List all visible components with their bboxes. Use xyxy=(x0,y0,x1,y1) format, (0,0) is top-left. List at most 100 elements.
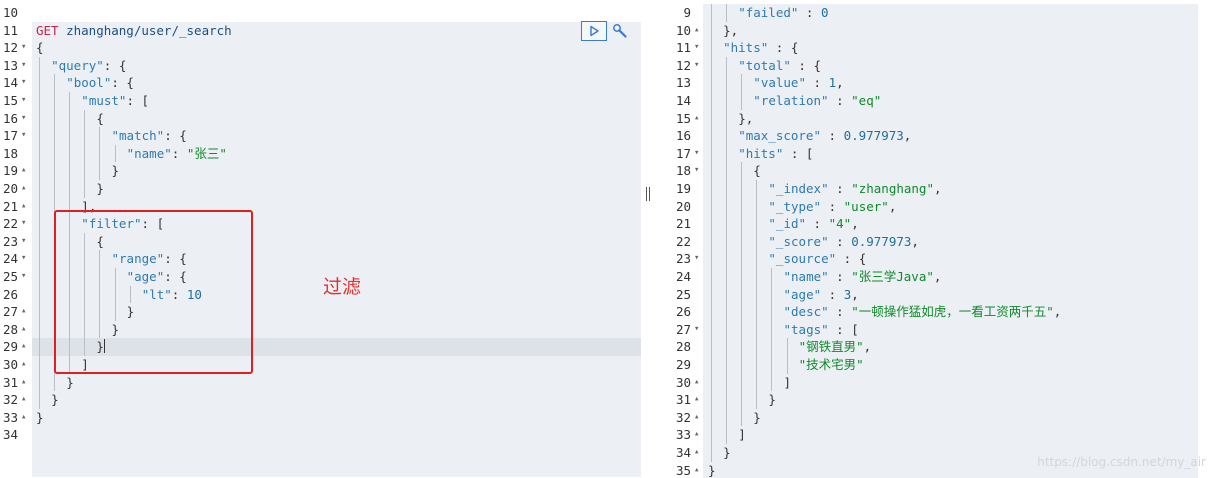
code-line[interactable]: 20 ▴} xyxy=(0,180,641,198)
fold-collapse-icon[interactable]: ▾ xyxy=(694,145,699,163)
fold-collapse-icon[interactable]: ▾ xyxy=(21,215,26,233)
indent-guide xyxy=(741,92,743,110)
code-text: "hits" : [ xyxy=(738,145,813,163)
code-line[interactable]: 10 xyxy=(0,4,641,22)
indent-guide xyxy=(99,162,101,180)
code-line[interactable]: 33 ▴] xyxy=(656,426,1218,444)
code-line[interactable]: 15 ▾ "must": [ xyxy=(0,92,641,110)
response-viewer[interactable]: 9 "failed" : 0 10 ▴}, 11 ▾ "hits" : {12 ▾ "total… xyxy=(656,0,1218,478)
code-line[interactable]: 33 ▴} xyxy=(0,409,641,427)
indent-guide xyxy=(711,92,713,110)
indent-guide xyxy=(99,144,101,163)
fold-expand-icon[interactable]: ▴ xyxy=(694,462,699,478)
fold-expand-icon[interactable]: ▴ xyxy=(21,321,26,339)
code-line[interactable]: 15 ▴}, xyxy=(656,110,1218,128)
code-token: "_source" xyxy=(768,251,837,267)
code-line[interactable]: 16 "max_score" : 0.977973, xyxy=(656,127,1218,145)
line-number: 16 xyxy=(675,128,691,144)
line-number: 23 xyxy=(675,251,691,267)
fold-collapse-icon[interactable]: ▾ xyxy=(694,250,699,268)
fold-expand-icon[interactable]: ▴ xyxy=(21,356,26,374)
indent-guide xyxy=(756,391,758,409)
code-line[interactable]: 17 ▾ "match": { xyxy=(0,127,641,145)
code-line[interactable]: 19 ▴} xyxy=(0,162,641,180)
indent-guide xyxy=(711,109,713,128)
fold-expand-icon[interactable]: ▴ xyxy=(694,391,699,409)
fold-collapse-icon[interactable]: ▾ xyxy=(694,162,699,180)
code-token: "age" xyxy=(783,286,822,302)
fold-expand-icon[interactable]: ▴ xyxy=(21,409,26,427)
fold-expand-icon[interactable]: ▴ xyxy=(694,444,699,462)
fold-expand-icon[interactable]: ▴ xyxy=(21,391,26,409)
line-number: 27 xyxy=(675,321,691,337)
code-token: , xyxy=(933,269,942,284)
code-token: , xyxy=(1053,304,1062,320)
fold-expand-icon[interactable]: ▴ xyxy=(694,409,699,427)
indent-guide xyxy=(39,144,41,163)
code-line[interactable]: 16 ▾ { xyxy=(0,110,641,128)
indent-guide xyxy=(711,338,713,356)
code-text: GET zhanghang/user/_search xyxy=(36,22,232,40)
fold-collapse-icon[interactable]: ▾ xyxy=(694,321,699,339)
code-line[interactable]: 10 ▴}, xyxy=(656,22,1218,40)
code-line[interactable]: 11 GET zhanghang/user/_search xyxy=(0,22,641,40)
fold-expand-icon[interactable]: ▴ xyxy=(21,162,26,180)
code-line[interactable]: 31 ▴} xyxy=(0,374,641,392)
pane-resize-divider[interactable] xyxy=(641,0,656,478)
fold-collapse-icon[interactable]: ▾ xyxy=(694,57,699,75)
fold-expand-icon[interactable]: ▴ xyxy=(21,180,26,198)
fold-expand-icon[interactable]: ▴ xyxy=(21,374,26,392)
code-token: : xyxy=(820,128,844,144)
code-line[interactable]: 14 ▾ "bool": { xyxy=(0,74,641,92)
code-line[interactable]: 34 xyxy=(0,426,641,444)
fold-expand-icon[interactable]: ▴ xyxy=(694,374,699,392)
code-line[interactable]: 18 "name": "张三" xyxy=(0,145,641,163)
fold-expand-icon[interactable]: ▴ xyxy=(21,338,26,356)
indent-guide xyxy=(771,303,773,321)
line-number: 18 xyxy=(675,163,691,179)
code-text: ] xyxy=(784,374,792,392)
fold-collapse-icon[interactable]: ▾ xyxy=(694,39,699,57)
fold-collapse-icon[interactable]: ▾ xyxy=(21,110,26,128)
fold-collapse-icon[interactable]: ▾ xyxy=(21,57,26,75)
code-line[interactable]: 12 ▾ { xyxy=(0,39,641,57)
code-line[interactable]: 17 ▾ "hits" : [ xyxy=(656,145,1218,163)
indent-guide xyxy=(711,127,713,145)
code-token: , xyxy=(863,339,872,355)
indent-guide xyxy=(39,92,41,110)
code-text: "total" : { xyxy=(738,57,821,75)
fold-collapse-icon[interactable]: ▾ xyxy=(21,92,26,110)
line-number: 32 xyxy=(2,392,18,408)
fold-expand-icon[interactable]: ▴ xyxy=(694,110,699,128)
indent-guide xyxy=(756,373,758,392)
fold-collapse-icon[interactable]: ▾ xyxy=(21,127,26,145)
indent-guide xyxy=(69,162,71,180)
indent-guide xyxy=(726,356,728,374)
fold-collapse-icon[interactable]: ▾ xyxy=(21,233,26,251)
fold-collapse-icon[interactable]: ▾ xyxy=(21,268,26,286)
indent-guide xyxy=(84,109,86,128)
run-request-button[interactable] xyxy=(581,21,607,41)
resize-handle-icon[interactable] xyxy=(645,187,652,201)
request-editor[interactable]: 10 11 GET zhanghang/user/_search 12 ▾{13 ▾ "qu… xyxy=(0,0,641,478)
code-line[interactable]: 32 ▴} xyxy=(0,391,641,409)
request-settings-button[interactable] xyxy=(611,21,629,41)
fold-expand-icon[interactable]: ▴ xyxy=(21,303,26,321)
code-token: "name" xyxy=(126,145,172,161)
fold-expand-icon[interactable]: ▴ xyxy=(21,198,26,216)
indent-guide xyxy=(711,74,713,92)
code-line[interactable]: 12 ▾ "total" : { xyxy=(656,57,1218,75)
code-line[interactable]: 11 ▾ "hits" : { xyxy=(656,39,1218,57)
code-token: : xyxy=(821,198,844,214)
fold-collapse-icon[interactable]: ▾ xyxy=(21,250,26,268)
indent-guide xyxy=(99,127,101,145)
code-line[interactable]: 13 ▾ "query": { xyxy=(0,57,641,75)
code-line[interactable]: 9 "failed" : 0 xyxy=(656,4,1218,22)
indent-guide xyxy=(756,232,758,251)
fold-collapse-icon[interactable]: ▾ xyxy=(21,74,26,92)
line-number: 27 xyxy=(2,304,18,320)
indent-guide xyxy=(39,180,41,198)
fold-collapse-icon[interactable]: ▾ xyxy=(21,39,26,57)
fold-expand-icon[interactable]: ▴ xyxy=(694,22,699,40)
fold-expand-icon[interactable]: ▴ xyxy=(694,426,699,444)
